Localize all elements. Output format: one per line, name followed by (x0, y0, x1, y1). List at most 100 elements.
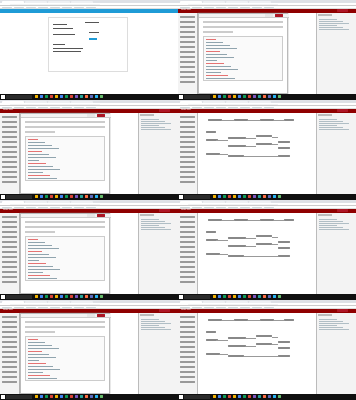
function-code-editor[interactable] (25, 335, 105, 381)
taskbar-app-icon[interactable] (75, 395, 78, 399)
taskbar-app-icon[interactable] (95, 395, 98, 399)
sidebar-tab[interactable] (318, 13, 332, 16)
flow-node[interactable] (234, 118, 248, 122)
flow-node[interactable] (278, 246, 290, 250)
palette-node[interactable] (180, 140, 195, 143)
taskbar-app-icon[interactable] (80, 95, 83, 99)
taskbar-app-icon[interactable] (70, 95, 73, 99)
flow-node[interactable] (260, 218, 274, 222)
flow-node[interactable] (228, 154, 244, 158)
taskbar-app-icon[interactable] (268, 395, 271, 399)
taskbar-app-icon[interactable] (75, 295, 78, 299)
palette-node[interactable] (2, 280, 17, 283)
setup-field[interactable] (25, 125, 105, 129)
function-code-editor[interactable] (25, 235, 105, 281)
palette-node[interactable] (2, 150, 17, 153)
taskbar-app-icon[interactable] (223, 295, 226, 299)
taskbar-app-icon[interactable] (228, 195, 231, 199)
taskbar-app-icon[interactable] (100, 195, 103, 199)
palette-node[interactable] (2, 325, 17, 328)
setup-field[interactable] (25, 325, 105, 329)
palette-node[interactable] (2, 240, 17, 243)
taskbar-app-icon[interactable] (223, 395, 226, 399)
taskbar-app-icon[interactable] (70, 195, 73, 199)
start-icon[interactable] (1, 195, 5, 199)
palette-node[interactable] (180, 60, 195, 63)
flow-node[interactable] (208, 118, 222, 122)
taskbar-app-icon[interactable] (248, 95, 251, 99)
palette-node[interactable] (180, 120, 195, 123)
sidebar-tab[interactable] (140, 113, 154, 116)
taskbar-app-icon[interactable] (218, 95, 221, 99)
sidebar-tab[interactable] (318, 113, 332, 116)
name-field[interactable] (25, 120, 105, 124)
palette-node[interactable] (2, 220, 17, 223)
palette-node[interactable] (180, 325, 195, 328)
palette-node[interactable] (2, 215, 17, 218)
palette-node[interactable] (2, 375, 17, 378)
palette-node[interactable] (2, 335, 17, 338)
taskbar-app-icon[interactable] (268, 295, 271, 299)
palette-node[interactable] (180, 245, 195, 248)
taskbar-app-icon[interactable] (228, 395, 231, 399)
taskbar-app-icon[interactable] (258, 95, 261, 99)
palette-node[interactable] (180, 45, 195, 48)
taskbar-app-icon[interactable] (50, 195, 53, 199)
palette-node[interactable] (180, 170, 195, 173)
palette-node[interactable] (2, 350, 17, 353)
taskbar-app-icon[interactable] (100, 95, 103, 99)
taskbar-app-icon[interactable] (278, 395, 281, 399)
palette-node[interactable] (180, 150, 195, 153)
submit-button[interactable] (89, 37, 97, 40)
palette-node[interactable] (2, 345, 17, 348)
flow-node[interactable] (260, 118, 274, 122)
palette-node[interactable] (2, 330, 17, 333)
palette-node[interactable] (2, 315, 17, 318)
taskbar-search-input[interactable] (6, 295, 32, 299)
flow-node[interactable] (278, 254, 290, 258)
taskbar-app-icon[interactable] (55, 395, 58, 399)
palette-node[interactable] (180, 25, 195, 28)
taskbar-app-icon[interactable] (233, 295, 236, 299)
palette-node[interactable] (2, 360, 17, 363)
deploy-button[interactable] (337, 209, 348, 212)
taskbar-app-icon[interactable] (80, 195, 83, 199)
palette-node[interactable] (2, 155, 17, 158)
taskbar-app-icon[interactable] (45, 195, 48, 199)
palette-node[interactable] (180, 135, 195, 138)
taskbar-app-icon[interactable] (75, 195, 78, 199)
done-button[interactable] (97, 214, 105, 217)
taskbar-app-icon[interactable] (90, 395, 93, 399)
taskbar-app-icon[interactable] (213, 195, 216, 199)
taskbar-app-icon[interactable] (223, 195, 226, 199)
palette-node[interactable] (180, 240, 195, 243)
taskbar-app-icon[interactable] (258, 395, 261, 399)
taskbar-app-icon[interactable] (238, 195, 241, 199)
taskbar-app-icon[interactable] (40, 395, 43, 399)
taskbar-app-icon[interactable] (70, 395, 73, 399)
flow-node[interactable] (206, 230, 216, 234)
flow-node[interactable] (228, 254, 244, 258)
taskbar-app-icon[interactable] (60, 395, 63, 399)
flow-node[interactable] (260, 318, 274, 322)
flow-node[interactable] (278, 140, 290, 144)
name-field[interactable] (25, 320, 105, 324)
taskbar-app-icon[interactable] (65, 95, 68, 99)
start-icon[interactable] (1, 95, 5, 99)
taskbar-app-icon[interactable] (55, 295, 58, 299)
taskbar-app-icon[interactable] (85, 395, 88, 399)
palette-node[interactable] (180, 235, 195, 238)
taskbar-app-icon[interactable] (278, 195, 281, 199)
flow-node[interactable] (228, 136, 246, 140)
name-field[interactable] (25, 220, 105, 224)
palette-node[interactable] (180, 260, 195, 263)
palette-node[interactable] (180, 275, 195, 278)
taskbar-app-icon[interactable] (263, 195, 266, 199)
taskbar-app-icon[interactable] (278, 95, 281, 99)
setup-field[interactable] (25, 225, 105, 229)
taskbar-app-icon[interactable] (85, 295, 88, 299)
taskbar-app-icon[interactable] (243, 295, 246, 299)
taskbar-app-icon[interactable] (238, 95, 241, 99)
sidebar-tab[interactable] (140, 313, 154, 316)
palette-node[interactable] (2, 370, 17, 373)
